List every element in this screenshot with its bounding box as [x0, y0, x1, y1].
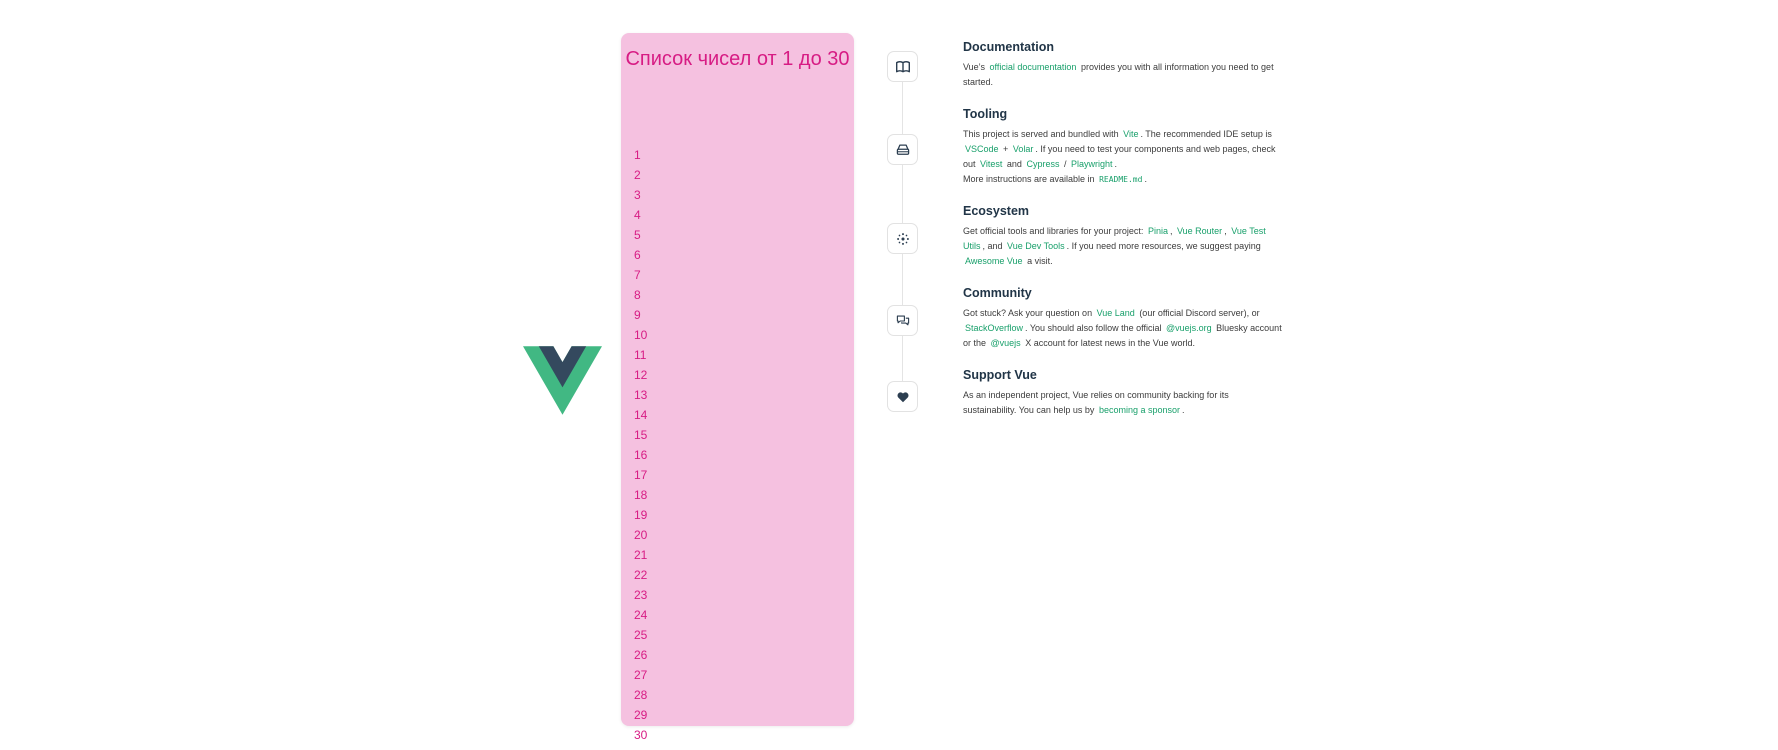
number-list-item: 25	[634, 628, 648, 642]
ecosystem-text: Get official tools and libraries for you…	[963, 226, 1266, 266]
number-list-item: 14	[634, 408, 648, 422]
number-list-item: 15	[634, 428, 648, 442]
documentation-icon-box	[887, 51, 918, 82]
number-list-item: 9	[634, 308, 641, 322]
readme-code: README.md	[1099, 175, 1143, 184]
volar-link[interactable]: Volar	[1011, 144, 1036, 154]
pinia-link[interactable]: Pinia	[1146, 226, 1170, 236]
documentation-title: Documentation	[963, 40, 1054, 54]
vuejs-link[interactable]: @vuejs	[989, 338, 1023, 348]
number-list-item: 26	[634, 648, 648, 662]
community-title: Community	[963, 286, 1032, 300]
stackoverflow-link[interactable]: StackOverflow	[963, 323, 1025, 333]
support-text: As an independent project, Vue relies on…	[963, 390, 1229, 415]
vite-link[interactable]: Vite	[1121, 129, 1140, 139]
ecosystem-title: Ecosystem	[963, 204, 1030, 218]
number-list-card: Список чисел от 1 до 30 1 2 3 4 5 6 7 8 9 10 11 12 1…	[621, 33, 854, 742]
tooling-title: Tooling	[963, 107, 1008, 121]
number-list-title: Список чисел от 1 до 30	[625, 48, 850, 70]
number-list-item: 22	[634, 568, 648, 582]
number-list: 1 2 3 4 5 6 7 8 9 10 11 12 13 14 15 16 17 18 19 20 21 22 23 24 2…	[634, 145, 647, 745]
number-list-item: 20	[634, 528, 648, 542]
community-section: Community Got stuck? Ask your question o…	[963, 285, 1283, 351]
support-section: Support Vue As an independent project, V…	[963, 367, 1283, 418]
number-list-item: 30	[634, 728, 648, 742]
page: Список чисел от 1 до 30 1 2 3 4 5 6 7 8 9 10 11 12 1…	[0, 0, 1778, 750]
becoming-a-sponsor-link[interactable]: becoming a sponsor	[1097, 405, 1182, 415]
number-list-item: 21	[634, 548, 648, 562]
number-list-item: 12	[634, 368, 648, 382]
support-icon-box	[887, 381, 918, 412]
community-text: Got stuck? Ask your question on Vue Land…	[963, 308, 1282, 348]
documentation-section: Documentation Vue’s official documentati…	[963, 39, 1283, 90]
vuejs-org-link[interactable]: @vuejs.org	[1164, 323, 1214, 333]
number-list-item: 6	[634, 248, 641, 262]
vue-logo-icon	[523, 346, 602, 415]
number-list-item: 28	[634, 688, 648, 702]
ecosystem-icon-box	[887, 223, 918, 254]
community-icon	[896, 315, 909, 325]
number-list-item: 19	[634, 508, 648, 522]
number-list-item: 3	[634, 188, 641, 202]
number-list-item: 7	[634, 268, 641, 282]
ecosystem-section: Ecosystem Get official tools and librari…	[963, 203, 1283, 269]
playwright-link[interactable]: Playwright	[1069, 159, 1115, 169]
number-list-item: 24	[634, 608, 648, 622]
number-list-item: 11	[634, 348, 647, 362]
documentation-text: Vue’s official documentation provides yo…	[963, 62, 1274, 87]
number-list-item: 5	[634, 228, 641, 242]
number-list-item: 13	[634, 388, 648, 402]
official-documentation-link[interactable]: official documentation	[988, 62, 1079, 72]
number-list-item: 16	[634, 448, 648, 462]
vue-dev-tools-link[interactable]: Vue Dev Tools	[1005, 241, 1067, 251]
tooling-section: Tooling This project is served and bundl…	[963, 106, 1283, 187]
support-title: Support Vue	[963, 368, 1037, 382]
number-list-item: 27	[634, 668, 648, 682]
number-list-item: 29	[634, 708, 648, 722]
vitest-link[interactable]: Vitest	[978, 159, 1004, 169]
vscode-link[interactable]: VSCode	[963, 144, 1001, 154]
tooling-text: This project is served and bundled with …	[963, 129, 1276, 184]
community-icon-box	[887, 305, 918, 336]
number-list-item: 1	[634, 148, 641, 162]
vue-router-link[interactable]: Vue Router	[1175, 226, 1224, 236]
heart-icon	[896, 391, 909, 402]
number-list-item: 10	[634, 328, 648, 342]
tooling-icon-box	[887, 134, 918, 165]
tooling-icon	[896, 143, 909, 155]
vue-logo	[523, 346, 602, 415]
number-list-item: 23	[634, 588, 648, 602]
number-list-item: 8	[634, 288, 641, 302]
number-list-item: 4	[634, 208, 641, 222]
number-list-item: 18	[634, 488, 648, 502]
vue-land-link[interactable]: Vue Land	[1095, 308, 1137, 318]
book-icon	[895, 60, 910, 72]
awesome-vue-link[interactable]: Awesome Vue	[963, 256, 1025, 266]
number-list-item: 17	[634, 468, 648, 482]
number-list-item: 2	[634, 168, 641, 182]
cypress-link[interactable]: Cypress	[1024, 159, 1061, 169]
ecosystem-icon	[896, 232, 909, 245]
